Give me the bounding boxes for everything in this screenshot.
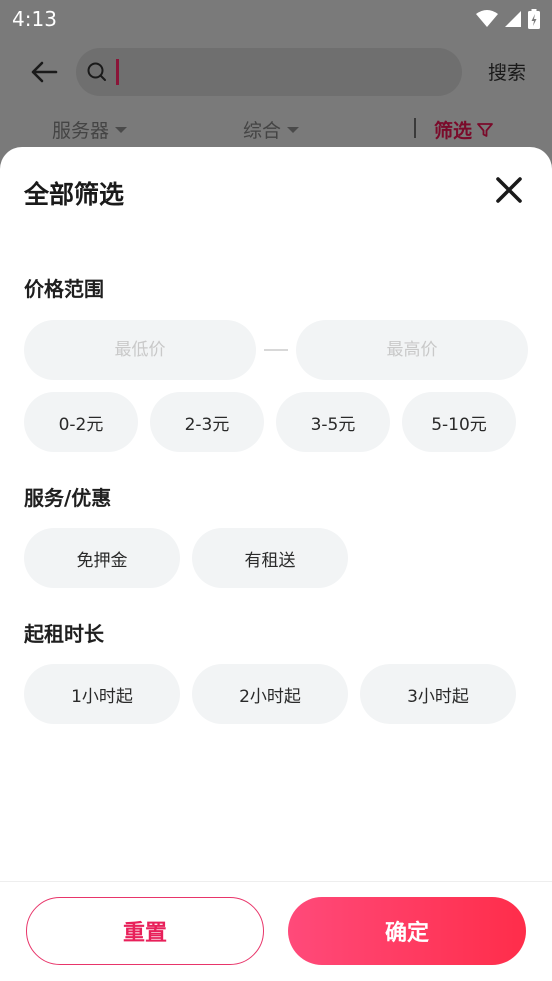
min-price-input[interactable] (24, 320, 256, 380)
price-option-3-5[interactable]: 3-5元 (276, 392, 390, 452)
close-button[interactable] (492, 173, 526, 207)
max-price-input[interactable] (296, 320, 528, 380)
status-time: 4:13 (12, 7, 57, 31)
service-section-title: 服务/优惠 (24, 486, 112, 510)
close-icon (496, 177, 522, 203)
action-divider (0, 881, 552, 882)
back-button[interactable] (24, 52, 64, 92)
search-row: 搜索 (0, 46, 552, 98)
filter-sort[interactable]: 综合 (243, 116, 300, 143)
status-bar: 4:13 (0, 0, 552, 38)
filter-bar: 服务器 综合 筛选 (0, 110, 552, 148)
text-cursor (116, 59, 119, 85)
price-option-2-3[interactable]: 2-3元 (150, 392, 264, 452)
filter-button-label: 筛选 (434, 120, 473, 142)
filter-server-label: 服务器 (52, 120, 110, 142)
filter-sort-label: 综合 (243, 120, 282, 142)
filter-divider (414, 118, 416, 138)
range-separator (264, 349, 288, 351)
price-option-5-10[interactable]: 5-10元 (402, 392, 516, 452)
duration-option-3h[interactable]: 3小时起 (360, 664, 516, 724)
signal-icon (505, 11, 521, 27)
search-icon (87, 62, 106, 81)
sheet-title: 全部筛选 (24, 180, 125, 209)
search-button[interactable]: 搜索 (488, 58, 526, 85)
price-option-0-2[interactable]: 0-2元 (24, 392, 138, 452)
search-input[interactable] (76, 48, 462, 96)
price-section-title: 价格范围 (24, 277, 104, 301)
funnel-icon (477, 122, 493, 137)
duration-option-2h[interactable]: 2小时起 (192, 664, 348, 724)
caret-down-icon (287, 126, 300, 133)
arrow-left-icon (31, 61, 58, 83)
status-icons (476, 9, 540, 29)
caret-down-icon (115, 126, 128, 133)
reset-button[interactable]: 重置 (26, 897, 264, 965)
filter-server[interactable]: 服务器 (52, 116, 128, 143)
confirm-button[interactable]: 确定 (288, 897, 526, 965)
filter-button[interactable]: 筛选 (434, 116, 494, 143)
duration-option-1h[interactable]: 1小时起 (24, 664, 180, 724)
duration-section-title: 起租时长 (24, 622, 104, 646)
service-option-no-deposit[interactable]: 免押金 (24, 528, 180, 588)
wifi-icon (476, 10, 498, 27)
filter-sheet: 全部筛选 价格范围 0-2元 2-3元 3-5元 5-10元 服务/优惠 免押金… (0, 147, 552, 981)
service-option-rent-bonus[interactable]: 有租送 (192, 528, 348, 588)
battery-icon (528, 9, 540, 29)
